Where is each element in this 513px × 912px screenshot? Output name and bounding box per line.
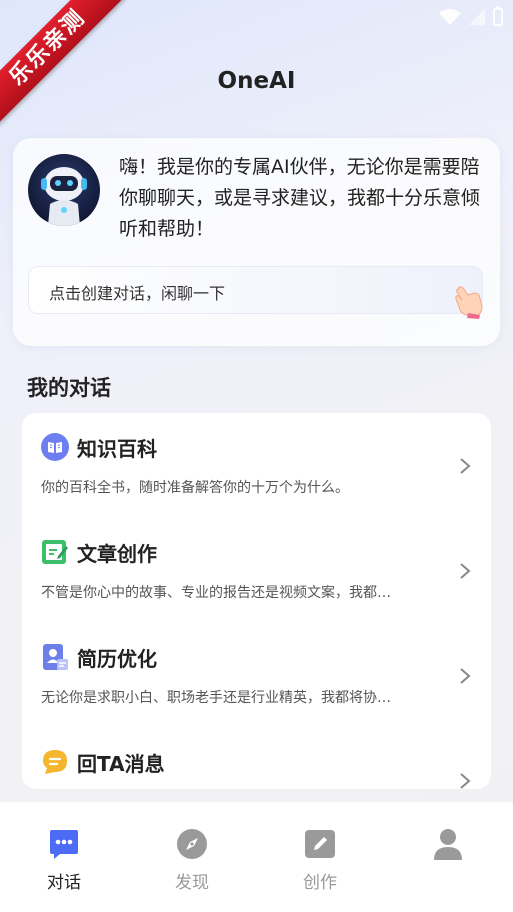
wifi-icon xyxy=(439,9,461,25)
tab-chat[interactable]: 对话 xyxy=(0,802,128,912)
item-title: 知识百科 xyxy=(77,437,157,461)
tab-discover[interactable]: 发现 xyxy=(128,802,256,912)
tab-label: 发现 xyxy=(175,873,209,893)
chat-icon xyxy=(50,830,78,859)
conversation-list: 知识百科 你的百科全书，随时准备解答你的十万个为什么。 文章创作 不管是你心中的… xyxy=(22,413,491,789)
item-title: 回TA消息 xyxy=(77,752,165,776)
list-item-knowledge[interactable]: 知识百科 你的百科全书，随时准备解答你的十万个为什么。 xyxy=(22,413,491,518)
intro-greeting: 嗨！我是你的专属AI伙伴，无论你是需要陪你聊聊天，或是寻求建议，我都十分乐意倾听… xyxy=(119,156,481,240)
tab-profile[interactable] xyxy=(384,802,512,912)
item-title: 简历优化 xyxy=(77,647,157,671)
battery-icon xyxy=(493,6,503,26)
book-icon xyxy=(41,433,69,461)
chevron-right-icon xyxy=(460,773,471,789)
resume-icon xyxy=(43,644,68,670)
edit-icon xyxy=(42,540,68,564)
pencil-icon xyxy=(305,830,335,858)
tab-create[interactable]: 创作 xyxy=(256,802,384,912)
compass-icon xyxy=(177,829,207,859)
create-chat-button[interactable]: 点击创建对话，闲聊一下 xyxy=(28,266,483,319)
item-desc: 不管是你心中的故事、专业的报告还是视频文案，我都… xyxy=(41,585,391,601)
profile-icon xyxy=(434,829,462,860)
chevron-right-icon xyxy=(460,458,471,474)
create-chat-label: 点击创建对话，闲聊一下 xyxy=(49,284,226,303)
status-bar xyxy=(0,0,513,36)
list-item-writing[interactable]: 文章创作 不管是你心中的故事、专业的报告还是视频文案，我都… xyxy=(22,518,491,623)
tab-label: 对话 xyxy=(47,873,81,893)
tab-label: 创作 xyxy=(303,873,337,893)
app-title: OneAI xyxy=(217,68,296,94)
bottom-tab-bar: 对话 发现 创作 xyxy=(0,802,513,912)
list-item-reply[interactable]: 回TA消息 xyxy=(22,728,491,789)
intro-card: 嗨！我是你的专属AI伙伴，无论你是需要陪你聊聊天，或是寻求建议，我都十分乐意倾听… xyxy=(13,138,500,346)
item-desc: 你的百科全书，随时准备解答你的十万个为什么。 xyxy=(41,480,349,496)
item-title: 文章创作 xyxy=(77,542,157,566)
chevron-right-icon xyxy=(460,563,471,579)
pointing-hand-icon xyxy=(455,286,483,319)
signal-icon xyxy=(469,9,485,25)
list-item-resume[interactable]: 简历优化 无论你是求职小白、职场老手还是行业精英，我都将协… xyxy=(22,623,491,728)
status-icons xyxy=(439,6,503,26)
chevron-right-icon xyxy=(460,668,471,684)
message-icon xyxy=(43,750,67,774)
item-desc: 无论你是求职小白、职场老手还是行业精英，我都将协… xyxy=(41,690,391,706)
robot-avatar xyxy=(28,154,100,226)
robot-icon xyxy=(41,167,87,226)
section-title: 我的对话 xyxy=(27,376,111,400)
